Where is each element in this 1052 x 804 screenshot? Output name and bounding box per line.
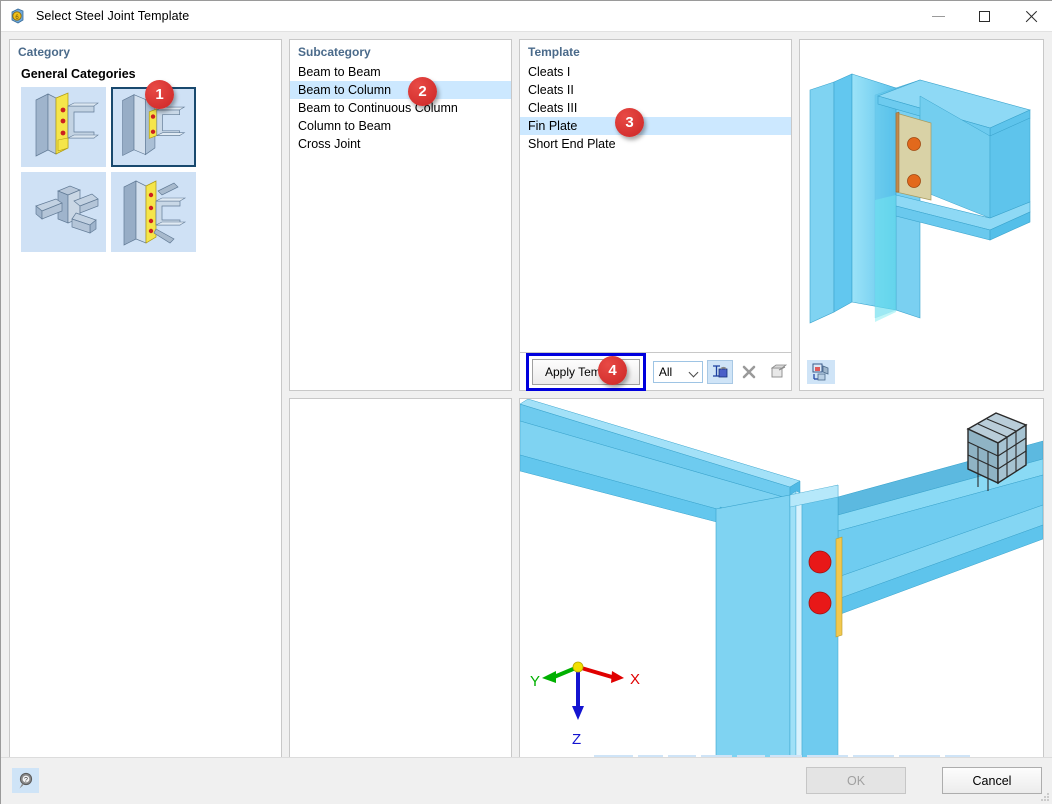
detail-panel — [289, 398, 512, 784]
template-filter-value: All — [658, 364, 673, 379]
axis-label-z: Z — [572, 731, 581, 748]
template-panel: Template Cleats I Cleats II Cleats III F… — [519, 39, 792, 391]
template-item[interactable]: Cleats I — [520, 63, 791, 81]
axis-triad: X Y Z — [530, 661, 640, 748]
new-template-icon[interactable] — [766, 360, 791, 384]
category-panel: Category General Categories — [9, 39, 282, 784]
title-bar: 6 Select Steel Joint Template — [1, 1, 1052, 32]
template-item[interactable]: Fin Plate — [520, 117, 791, 135]
category-thumb-braced-column[interactable] — [111, 172, 196, 252]
fin-plate-connection-preview — [809, 73, 1031, 324]
template-item[interactable]: Short End Plate — [520, 135, 791, 153]
delete-template-icon[interactable] — [737, 360, 762, 384]
category-thumb-moment-end-plate[interactable] — [21, 87, 106, 167]
subcategory-item[interactable]: Column to Beam — [290, 117, 511, 135]
axis-label-y: Y — [530, 673, 540, 690]
window-controls — [915, 1, 1052, 32]
dialog-window: 6 Select Steel Joint Template Category G… — [0, 0, 1052, 804]
category-thumb-cross-joint[interactable] — [21, 172, 106, 252]
resize-grip[interactable] — [1040, 792, 1050, 802]
joint-3d-viewport[interactable]: X Y Z — [519, 398, 1044, 784]
step-badge-1: 1 — [145, 80, 174, 109]
save-view-icon[interactable] — [807, 360, 835, 384]
template-filter-select[interactable]: All — [652, 360, 704, 383]
minimize-button[interactable] — [915, 1, 961, 32]
ok-button[interactable]: OK — [806, 767, 906, 794]
close-button[interactable] — [1007, 1, 1052, 32]
template-item[interactable]: Cleats III — [520, 99, 791, 117]
joint-3d-scene: X Y Z — [520, 399, 1043, 783]
dialog-footer: ? OK Cancel — [1, 757, 1052, 804]
svg-text:?: ? — [24, 777, 28, 784]
subcategory-item[interactable]: Cross Joint — [290, 135, 511, 153]
template-item[interactable]: Cleats II — [520, 81, 791, 99]
category-header: Category — [18, 45, 71, 59]
subcategory-list: Beam to Beam Beam to Column Beam to Cont… — [290, 63, 511, 153]
step-badge-3: 3 — [615, 108, 644, 137]
template-toolbar: Apply Template All — [520, 352, 791, 391]
template-header: Template — [528, 45, 580, 59]
category-thumbnail-grid — [10, 87, 278, 252]
template-preview-panel — [799, 39, 1044, 391]
step-badge-2: 2 — [408, 77, 437, 106]
subcategory-item[interactable]: Beam to Continuous Column — [290, 99, 511, 117]
cancel-button[interactable]: Cancel — [942, 767, 1042, 794]
subcategory-item[interactable]: Beam to Column — [290, 81, 511, 99]
subcategory-panel: Subcategory Beam to Beam Beam to Column … — [289, 39, 512, 391]
apply-template-highlight: Apply Template — [526, 352, 646, 391]
subcategory-item[interactable]: Beam to Beam — [290, 63, 511, 81]
step-badge-4: 4 — [598, 356, 627, 385]
subcategory-header: Subcategory — [298, 45, 371, 59]
maximize-button[interactable] — [961, 1, 1007, 32]
steel-joint-icon: 6 — [10, 7, 28, 25]
window-title: Select Steel Joint Template — [36, 9, 190, 23]
template-list: Cleats I Cleats II Cleats III Fin Plate … — [520, 63, 791, 153]
category-group-label: General Categories — [21, 67, 136, 81]
axis-label-x: X — [630, 671, 640, 688]
chevron-down-icon — [688, 367, 699, 377]
edit-template-icon[interactable] — [707, 359, 733, 384]
help-icon[interactable]: ? — [12, 768, 39, 793]
dialog-body: Category General Categories Subcategory … — [1, 32, 1052, 804]
